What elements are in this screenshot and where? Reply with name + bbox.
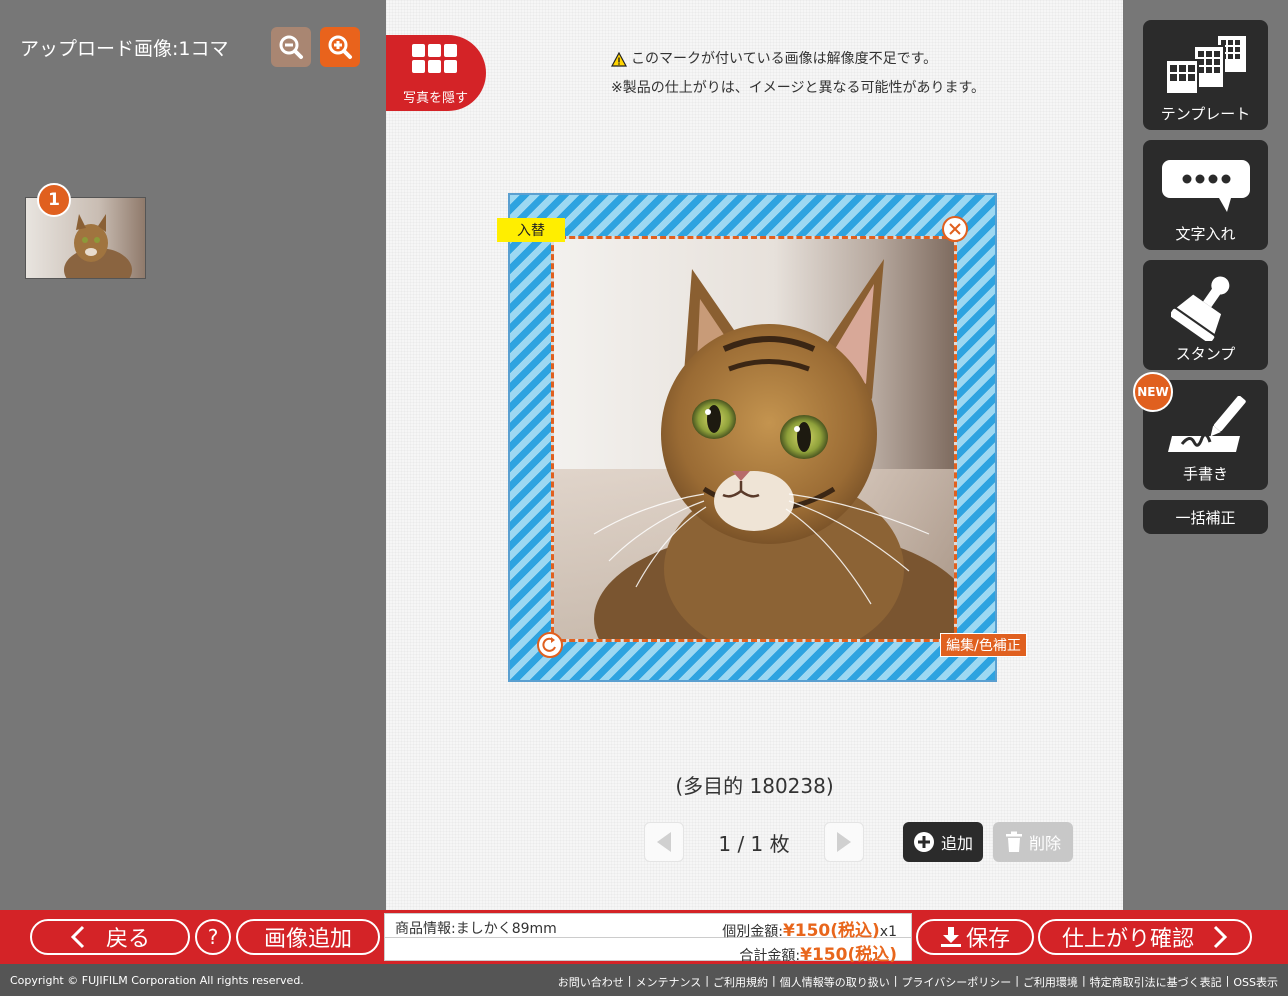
page-indicator: 1 / 1 枚 bbox=[718, 831, 790, 856]
chevron-left-icon bbox=[657, 832, 671, 852]
rotate-icon bbox=[542, 637, 556, 652]
add-page-button[interactable]: 追加 bbox=[903, 822, 983, 862]
text-label: 文字入れ bbox=[1175, 225, 1236, 243]
cat-photo bbox=[554, 239, 954, 639]
chevron-right-icon bbox=[1213, 925, 1228, 949]
footer-link-maintenance[interactable]: メンテナンス bbox=[636, 974, 702, 990]
page-navigator: 1 / 1 枚 bbox=[644, 822, 864, 862]
bottom-action-bar: 戻る ? 画像追加 商品情報:ましかく89mm 個別金額: ¥150(税込) x… bbox=[0, 910, 1288, 965]
total-price-value: ¥150(税込) bbox=[800, 945, 897, 965]
edit-color-correct-button[interactable]: 編集/色補正 bbox=[940, 633, 1027, 657]
remove-photo-button[interactable] bbox=[942, 216, 968, 242]
order-info-box: 商品情報:ましかく89mm 個別金額: ¥150(税込) x1 合計金額: ¥1… bbox=[384, 913, 912, 965]
hide-photos-button[interactable]: 写真を隠す bbox=[386, 35, 486, 111]
text-tool-button[interactable]: 文字入れ bbox=[1143, 140, 1268, 250]
product-info: 商品情報:ましかく89mm bbox=[395, 921, 557, 937]
help-button[interactable]: ? bbox=[195, 919, 231, 955]
stamp-icon bbox=[1143, 270, 1268, 342]
zoom-out-icon bbox=[279, 35, 303, 59]
confirm-finish-button[interactable]: 仕上がり確認 bbox=[1038, 919, 1252, 955]
save-button[interactable]: 保存 bbox=[916, 919, 1034, 955]
stamp-tool-button[interactable]: スタンプ bbox=[1143, 260, 1268, 370]
zoom-out-button[interactable] bbox=[271, 27, 311, 67]
confirm-label: 仕上がり確認 bbox=[1061, 927, 1194, 952]
template-label: テンプレート bbox=[1160, 105, 1251, 123]
notice-text-2: ※製品の仕上がりは、イメージと異なる可能性があります。 bbox=[611, 80, 986, 96]
footer-link-environment[interactable]: ご利用環境 bbox=[1023, 974, 1078, 990]
save-label: 保存 bbox=[965, 927, 1010, 952]
resolution-notice: このマークが付いている画像は解像度不足です。 ※製品の仕上がりは、イメージと異な… bbox=[611, 45, 985, 103]
footer-link-commerce-law[interactable]: 特定商取引法に基づく表記 bbox=[1090, 974, 1222, 990]
info-row-unit: 商品情報:ましかく89mm 個別金額: ¥150(税込) x1 bbox=[385, 914, 911, 941]
notice-text-1: このマークが付いている画像は解像度不足です。 bbox=[631, 51, 938, 67]
back-label: 戻る bbox=[105, 927, 150, 952]
delete-page-button[interactable]: 削除 bbox=[993, 822, 1073, 862]
unit-price-row: 個別金額: ¥150(税込) x1 bbox=[722, 916, 897, 941]
upload-title: アップロード画像:1コマ bbox=[20, 38, 229, 60]
template-icon bbox=[1143, 30, 1268, 102]
chevron-left-icon bbox=[70, 925, 85, 949]
left-panel: アップロード画像:1コマ 1 bbox=[0, 0, 386, 910]
zoom-in-icon bbox=[328, 35, 352, 59]
product-code: (多目的 180238) bbox=[675, 774, 834, 798]
footer: Copyright © FUJIFILM Corporation All rig… bbox=[0, 964, 1288, 996]
add-page-label: 追加 bbox=[940, 834, 973, 853]
replace-photo-button[interactable]: 入替 bbox=[497, 218, 565, 242]
editor-canvas: 写真を隠す このマークが付いている画像は解像度不足です。 ※製品の仕上がりは、イ… bbox=[386, 0, 1123, 910]
hide-photos-label: 写真を隠す bbox=[403, 91, 469, 106]
delete-page-label: 削除 bbox=[1028, 834, 1061, 853]
speech-bubble-icon bbox=[1143, 150, 1268, 222]
footer-link-oss[interactable]: OSS表示 bbox=[1233, 974, 1278, 990]
photo-frame bbox=[508, 193, 997, 682]
tool-panel: テンプレート 文字入れ スタンプ 手書き 一括補正 bbox=[1123, 0, 1288, 910]
grid-icon bbox=[412, 44, 457, 73]
thumbnail-count-badge: 1 bbox=[37, 183, 71, 217]
footer-link-privacy[interactable]: プライバシーポリシー bbox=[901, 974, 1011, 990]
prev-page-button[interactable] bbox=[644, 822, 684, 862]
footer-link-contact[interactable]: お問い合わせ bbox=[558, 974, 624, 990]
zoom-in-button[interactable] bbox=[320, 27, 360, 67]
photo-slot[interactable] bbox=[551, 236, 957, 642]
quantity: x1 bbox=[879, 924, 897, 940]
new-badge: NEW bbox=[1133, 372, 1173, 412]
back-button[interactable]: 戻る bbox=[30, 919, 190, 955]
chevron-right-icon bbox=[837, 832, 851, 852]
add-image-button[interactable]: 画像追加 bbox=[236, 919, 380, 955]
close-icon bbox=[949, 223, 961, 235]
unit-price-value: ¥150(税込) bbox=[782, 921, 880, 941]
trash-icon bbox=[1005, 831, 1022, 852]
handwriting-label: 手書き bbox=[1182, 465, 1228, 483]
bulk-correct-button[interactable]: 一括補正 bbox=[1143, 500, 1268, 534]
template-tool-button[interactable]: テンプレート bbox=[1143, 20, 1268, 130]
download-icon bbox=[940, 927, 961, 947]
footer-links: お問い合わせ | メンテナンス | ご利用規約 | 個人情報等の取り扱い | プライバシ… bbox=[557, 974, 1278, 990]
stamp-label: スタンプ bbox=[1175, 345, 1236, 363]
next-page-button[interactable] bbox=[824, 822, 864, 862]
warning-icon bbox=[611, 51, 627, 67]
total-price-row: 合計金額: ¥150(税込) bbox=[739, 940, 897, 965]
copyright: Copyright © FUJIFILM Corporation All rig… bbox=[10, 974, 304, 987]
rotate-photo-button[interactable] bbox=[537, 632, 563, 658]
total-price-label: 合計金額: bbox=[739, 948, 801, 964]
unit-price-label: 個別金額: bbox=[722, 924, 783, 940]
footer-link-terms[interactable]: ご利用規約 bbox=[713, 974, 768, 990]
plus-circle-icon bbox=[913, 832, 934, 852]
footer-link-personal-info[interactable]: 個人情報等の取り扱い bbox=[780, 974, 890, 990]
